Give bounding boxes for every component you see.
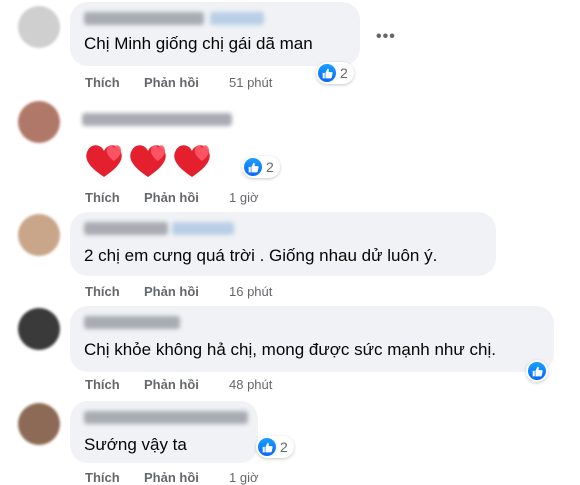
comment-timestamp[interactable]: 48 phút <box>229 377 272 392</box>
comment-text: Chị Minh giống chị gái dã man <box>84 34 313 53</box>
comment-text: Sướng vậy ta <box>84 435 187 454</box>
commenter-name[interactable] <box>84 12 204 25</box>
commenter-name-suffix <box>210 12 264 25</box>
heart-emoji <box>86 145 122 177</box>
comment-bubble: Chị khỏe không hả chị, mong được sức mạn… <box>70 306 554 372</box>
commenter-name[interactable] <box>84 222 168 235</box>
comment-text: Chị khỏe không hả chị, mong được sức mạn… <box>84 340 496 359</box>
comment-timestamp[interactable]: 16 phút <box>229 284 272 299</box>
reply-button[interactable]: Phản hồi <box>144 190 199 205</box>
comment-bubble <box>70 103 236 179</box>
commenter-name[interactable] <box>84 316 180 329</box>
commenter-name[interactable] <box>84 411 248 424</box>
commenter-name-suffix <box>172 222 234 235</box>
reaction-count[interactable]: 2 <box>316 62 354 84</box>
like-button[interactable]: Thích <box>85 377 120 392</box>
more-options-button[interactable]: ••• <box>376 28 396 46</box>
reply-button[interactable]: Phản hồi <box>144 284 199 299</box>
comment-bubble: Sướng vậy ta <box>70 401 258 463</box>
heart-emoji <box>174 145 210 177</box>
avatar[interactable] <box>18 101 60 143</box>
reaction-icon[interactable] <box>526 360 548 382</box>
reply-button[interactable]: Phản hồi <box>144 470 199 485</box>
avatar[interactable] <box>18 214 60 256</box>
heart-emoji-group <box>86 145 210 177</box>
reaction-count[interactable]: 2 <box>256 436 294 458</box>
avatar[interactable] <box>18 308 60 350</box>
like-icon <box>244 158 262 176</box>
reaction-number: 2 <box>340 65 348 81</box>
like-button[interactable]: Thích <box>85 75 120 90</box>
reply-button[interactable]: Phản hồi <box>144 75 199 90</box>
reply-button[interactable]: Phản hồi <box>144 377 199 392</box>
comment-text: 2 chị em cưng quá trời . Giống nhau dử l… <box>84 246 438 265</box>
like-button[interactable]: Thích <box>85 470 120 485</box>
avatar[interactable] <box>18 6 60 48</box>
commenter-name[interactable] <box>82 113 232 126</box>
comment-bubble: 2 chị em cưng quá trời . Giống nhau dử l… <box>70 212 496 276</box>
comment-timestamp[interactable]: 1 giờ <box>229 470 259 485</box>
comment-timestamp[interactable]: 51 phút <box>229 75 272 90</box>
like-icon <box>258 438 276 456</box>
comment-timestamp[interactable]: 1 giờ <box>229 190 259 205</box>
avatar[interactable] <box>18 403 60 445</box>
reaction-number: 2 <box>280 439 288 455</box>
like-icon <box>318 64 336 82</box>
like-button[interactable]: Thích <box>85 190 120 205</box>
reaction-count[interactable]: 2 <box>242 156 280 178</box>
comment-bubble: Chị Minh giống chị gái dã man <box>70 2 360 66</box>
heart-emoji <box>130 145 166 177</box>
like-icon <box>528 362 546 380</box>
like-button[interactable]: Thích <box>85 284 120 299</box>
reaction-number: 2 <box>266 159 274 175</box>
